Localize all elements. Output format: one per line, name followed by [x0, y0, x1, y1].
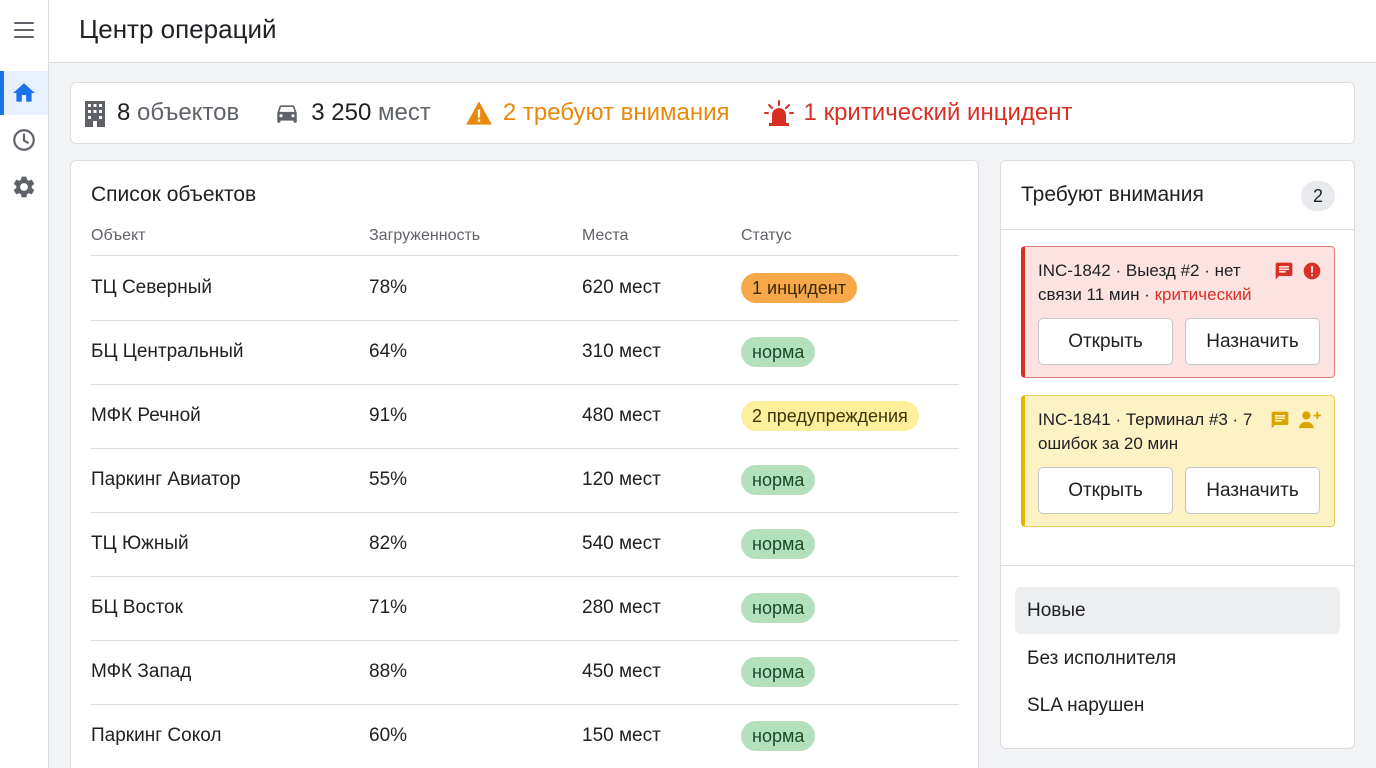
- nav-settings[interactable]: [0, 165, 48, 209]
- object-name: ТЦ Северный: [91, 277, 213, 298]
- error-icon: [1303, 262, 1321, 280]
- object-name: БЦ Восток: [91, 597, 183, 618]
- menu-icon[interactable]: [12, 18, 36, 42]
- object-spaces: 620 мест: [582, 277, 661, 298]
- clock-icon: [13, 129, 35, 151]
- page-title: Центр операций: [79, 14, 277, 44]
- filter-sla-breached[interactable]: SLA нарушен: [1015, 682, 1340, 729]
- incident-text: INC-1842 · Выезд #2 · нет связи 11 мин ·…: [1038, 259, 1260, 307]
- table-row[interactable]: БЦ Восток 71% 280 мест норма: [91, 577, 959, 641]
- object-name: ТЦ Южный: [91, 533, 189, 554]
- object-name: Паркинг Сокол: [91, 725, 222, 746]
- critical-text: 1 критический инцидент: [803, 99, 1073, 126]
- table-row[interactable]: МФК Речной 91% 480 мест 2 предупреждения: [91, 385, 959, 449]
- object-name: Паркинг Авиатор: [91, 469, 241, 490]
- table-header: Объект Загруженность Места Статус: [91, 227, 959, 256]
- comment-icon[interactable]: [1270, 410, 1290, 430]
- home-icon: [13, 83, 35, 102]
- top-header: Центр операций: [49, 0, 1376, 63]
- attention-panel: Требуют внимания 2 INC-1842 · Выезд #2 ·…: [1000, 160, 1355, 749]
- status-badge: норма: [741, 337, 816, 367]
- spaces-label: мест: [378, 99, 431, 126]
- table-row[interactable]: МФК Запад 88% 450 мест норма: [91, 641, 959, 705]
- object-spaces: 450 мест: [582, 661, 661, 682]
- summary-spaces: 3 250 мест: [273, 99, 431, 127]
- object-load: 55%: [369, 469, 408, 490]
- incident-severity: критический: [1154, 285, 1252, 304]
- object-load: 82%: [369, 533, 408, 554]
- status-badge: 2 предупреждения: [741, 401, 919, 431]
- column-spaces[interactable]: Места: [582, 227, 628, 245]
- spaces-count: 3 250: [311, 99, 372, 126]
- status-badge: норма: [741, 657, 816, 687]
- incident-card-critical[interactable]: INC-1842 · Выезд #2 · нет связи 11 мин ·…: [1021, 246, 1335, 378]
- nav-history[interactable]: [0, 118, 48, 162]
- incident-card-warning[interactable]: INC-1841 · Терминал #3 · 7 ошибок за 20 …: [1021, 395, 1335, 527]
- object-load: 71%: [369, 597, 408, 618]
- column-status[interactable]: Статус: [741, 227, 792, 245]
- object-spaces: 280 мест: [582, 597, 661, 618]
- attention-title: Требуют внимания: [1021, 183, 1204, 206]
- nav-home[interactable]: [0, 71, 48, 115]
- object-name: МФК Речной: [91, 405, 201, 426]
- assign-button[interactable]: Назначить: [1185, 467, 1320, 514]
- assign-button[interactable]: Назначить: [1185, 318, 1320, 365]
- nav-rail: [0, 0, 49, 768]
- column-object[interactable]: Объект: [91, 227, 145, 245]
- object-name: МФК Запад: [91, 661, 192, 682]
- open-button[interactable]: Открыть: [1038, 318, 1173, 365]
- status-badge: норма: [741, 529, 816, 559]
- attention-text: 2 требуют внимания: [502, 99, 730, 126]
- object-spaces: 310 мест: [582, 341, 661, 362]
- car-icon: [277, 105, 298, 123]
- objects-title: Список объектов: [91, 183, 257, 206]
- siren-icon: [763, 100, 794, 126]
- object-load: 78%: [369, 277, 408, 298]
- object-spaces: 120 мест: [582, 469, 661, 490]
- assign-person-icon[interactable]: [1298, 410, 1322, 430]
- summary-bar: 8 объектов 3 250 мест 2 требуют внимания…: [70, 82, 1355, 144]
- open-button[interactable]: Открыть: [1038, 467, 1173, 514]
- status-badge: норма: [741, 593, 816, 623]
- divider: [1001, 565, 1354, 566]
- object-load: 91%: [369, 405, 408, 426]
- status-badge: норма: [741, 465, 816, 495]
- incident-text: INC-1841 · Терминал #3 · 7 ошибок за 20 …: [1038, 410, 1253, 453]
- summary-objects: 8 объектов: [83, 99, 239, 127]
- objects-panel: Список объектов Объект Загруженность Мес…: [70, 160, 979, 768]
- object-load: 60%: [369, 725, 408, 746]
- objects-count: 8: [117, 99, 131, 126]
- object-spaces: 150 мест: [582, 725, 661, 746]
- summary-critical[interactable]: 1 критический инцидент: [763, 99, 1073, 127]
- objects-label: объектов: [137, 99, 240, 126]
- table-row[interactable]: ТЦ Южный 82% 540 мест норма: [91, 513, 959, 577]
- status-badge: 1 инцидент: [741, 273, 858, 303]
- table-row[interactable]: Паркинг Сокол 60% 150 мест норма: [91, 705, 959, 768]
- object-spaces: 480 мест: [582, 405, 661, 426]
- building-icon: [85, 101, 105, 127]
- gear-icon: [13, 176, 35, 198]
- summary-attention[interactable]: 2 требуют внимания: [465, 99, 730, 127]
- divider: [1001, 229, 1354, 230]
- filter-new[interactable]: Новые: [1015, 587, 1340, 634]
- status-badge: норма: [741, 721, 816, 751]
- comment-icon[interactable]: [1274, 261, 1294, 281]
- object-spaces: 540 мест: [582, 533, 661, 554]
- column-load[interactable]: Загруженность: [369, 227, 480, 245]
- attention-count-badge: 2: [1301, 181, 1335, 211]
- table-row[interactable]: Паркинг Авиатор 55% 120 мест норма: [91, 449, 959, 513]
- object-name: БЦ Центральный: [91, 341, 244, 362]
- object-load: 88%: [369, 661, 408, 682]
- warning-icon: [466, 101, 492, 125]
- filter-unassigned[interactable]: Без исполнителя: [1015, 635, 1340, 682]
- table-row[interactable]: ТЦ Северный 78% 620 мест 1 инцидент: [91, 257, 959, 321]
- object-load: 64%: [369, 341, 408, 362]
- table-row[interactable]: БЦ Центральный 64% 310 мест норма: [91, 321, 959, 385]
